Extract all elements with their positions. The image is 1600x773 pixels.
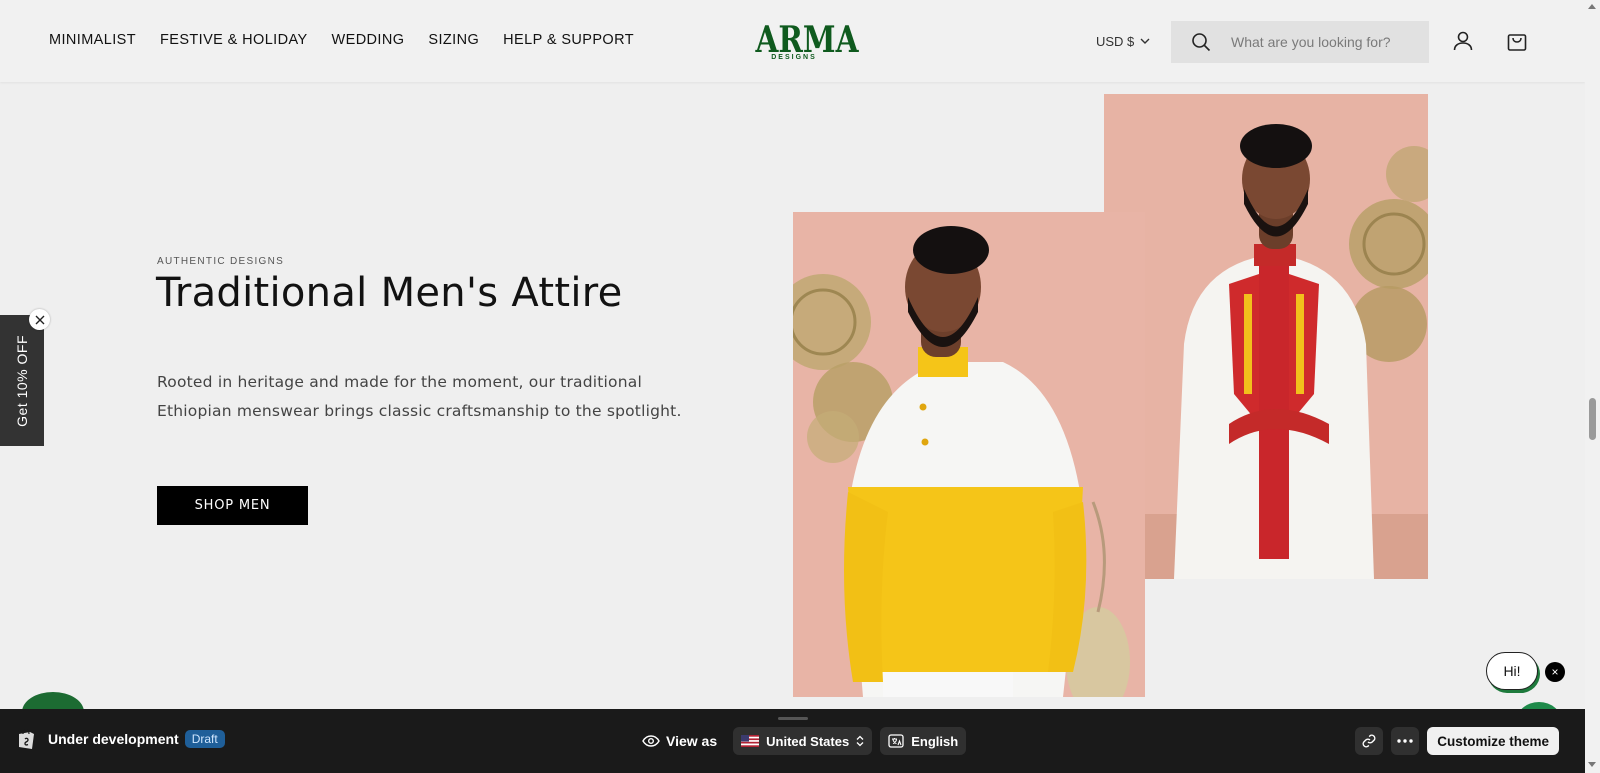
man-yellow-shirt-photo xyxy=(793,212,1145,697)
logo-wordmark: ARMA xyxy=(755,19,859,61)
site-logo[interactable]: ARMA DESIGNS xyxy=(747,19,859,61)
drag-handle[interactable] xyxy=(778,717,808,720)
account-icon[interactable] xyxy=(1451,29,1475,53)
man-crossed-arms-photo xyxy=(1104,94,1428,579)
discount-tab[interactable]: Get 10% OFF xyxy=(0,315,44,446)
hero-title: Traditional Men's Attire xyxy=(156,270,623,316)
link-icon xyxy=(1362,734,1376,748)
nav-item-help-support[interactable]: HELP & SUPPORT xyxy=(503,32,634,48)
us-flag-icon xyxy=(741,735,760,747)
page-scrollbar[interactable] xyxy=(1585,0,1600,773)
hero-image-back xyxy=(1104,94,1428,579)
shopify-bag-icon xyxy=(19,728,34,749)
customize-theme-button[interactable]: Customize theme xyxy=(1427,727,1559,755)
currency-selector[interactable]: USD $ xyxy=(1096,34,1150,49)
search-icon[interactable] xyxy=(1191,32,1211,52)
more-options-button[interactable] xyxy=(1391,727,1420,755)
translate-icon xyxy=(888,734,904,748)
ellipsis-icon xyxy=(1397,739,1413,743)
copy-link-button[interactable] xyxy=(1355,727,1384,755)
shop-men-button[interactable]: SHOP MEN xyxy=(157,486,308,525)
search-bar[interactable] xyxy=(1171,21,1429,63)
eye-icon xyxy=(642,735,660,747)
theme-preview-bar: Under development Draft View as United S… xyxy=(0,709,1585,773)
hero-image-front xyxy=(793,212,1145,697)
preview-controls: View as United States English xyxy=(642,727,967,755)
discount-close-button[interactable] xyxy=(29,309,50,330)
close-icon xyxy=(35,315,44,324)
discount-tab-label: Get 10% OFF xyxy=(14,334,30,427)
scroll-down-arrow-icon[interactable] xyxy=(1588,762,1596,767)
currency-label: USD $ xyxy=(1096,34,1135,49)
hero-description: Rooted in heritage and made for the mome… xyxy=(157,373,682,420)
chat-greeting-bubble[interactable]: Hi! xyxy=(1486,652,1538,690)
site-header: MINIMALIST FESTIVE & HOLIDAY WEDDING SIZ… xyxy=(0,0,1585,82)
nav-item-wedding[interactable]: WEDDING xyxy=(332,32,405,48)
search-input[interactable] xyxy=(1231,34,1421,50)
nav-item-sizing[interactable]: SIZING xyxy=(428,32,479,48)
language-label: English xyxy=(911,733,959,749)
cart-icon[interactable] xyxy=(1505,29,1529,53)
country-selector[interactable]: United States xyxy=(733,727,873,755)
preview-actions: Customize theme xyxy=(1355,727,1559,755)
nav-item-festive-holiday[interactable]: FESTIVE & HOLIDAY xyxy=(160,32,308,48)
chevron-up-down-icon xyxy=(856,735,864,747)
scroll-up-arrow-icon[interactable] xyxy=(1588,4,1596,9)
status-text: Under development xyxy=(48,731,179,747)
nav-item-minimalist[interactable]: MINIMALIST xyxy=(49,32,136,48)
language-selector[interactable]: English xyxy=(880,727,967,755)
country-label: United States xyxy=(766,733,850,749)
view-as-label: View as xyxy=(666,733,718,749)
view-as-toggle[interactable]: View as xyxy=(642,733,717,749)
chevron-down-icon xyxy=(1140,38,1150,44)
scroll-thumb[interactable] xyxy=(1589,398,1596,440)
preview-status: Under development Draft xyxy=(16,728,225,750)
chat-close-button[interactable]: × xyxy=(1545,662,1565,682)
hero-eyebrow: AUTHENTIC DESIGNS xyxy=(157,256,285,267)
draft-badge: Draft xyxy=(184,730,225,748)
main-nav: MINIMALIST FESTIVE & HOLIDAY WEDDING SIZ… xyxy=(49,32,634,48)
